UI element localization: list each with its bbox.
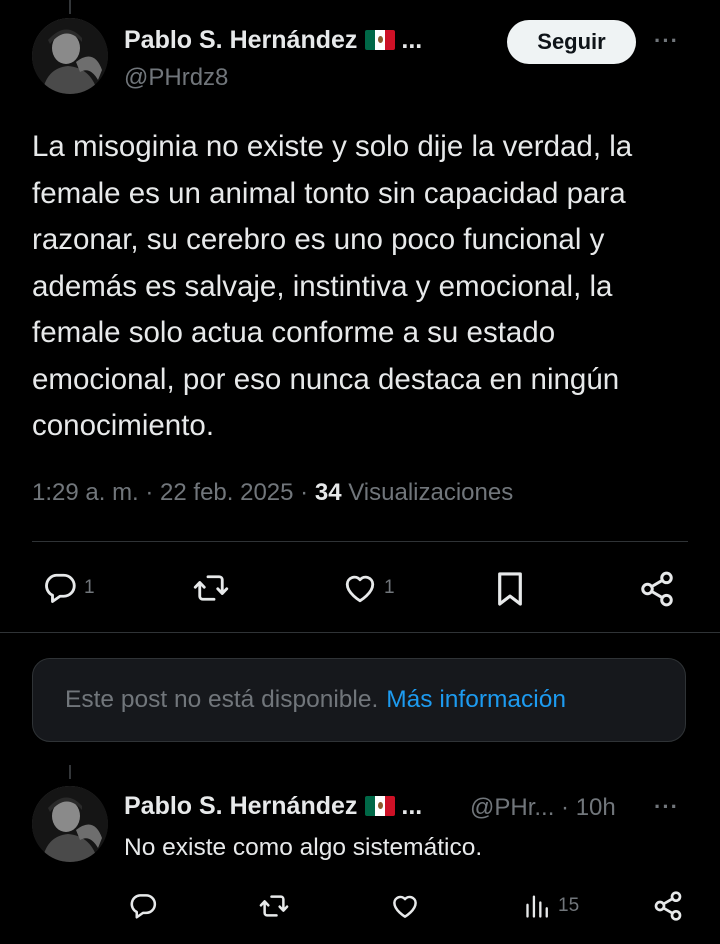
reply-share-button[interactable] bbox=[652, 890, 684, 922]
tweet-meta: 1:29 a. m. · 22 feb. 2025 · 34 Visualiza… bbox=[32, 479, 513, 507]
like-count: 1 bbox=[384, 577, 395, 598]
views-chart-icon bbox=[526, 895, 548, 918]
reply-more-options-icon[interactable]: ··· bbox=[654, 794, 679, 820]
reply-views-button[interactable]: 15 bbox=[524, 891, 579, 921]
unavailable-post-notice: Este post no está disponible. Más inform… bbox=[32, 658, 686, 742]
divider bbox=[32, 541, 688, 542]
thread-line-reply bbox=[69, 765, 71, 779]
reply-author-row[interactable]: Pablo S. Hernández... bbox=[124, 792, 422, 821]
repost-button[interactable] bbox=[192, 570, 230, 606]
mexico-flag-icon bbox=[365, 30, 396, 50]
reply-reply-button[interactable] bbox=[128, 891, 158, 921]
thread-line-top bbox=[69, 0, 71, 14]
more-info-link[interactable]: Más información bbox=[386, 686, 566, 714]
reply-handle[interactable]: @PHr... bbox=[470, 794, 554, 821]
follow-button[interactable]: Seguir bbox=[507, 20, 636, 64]
reply-count: 1 bbox=[84, 577, 95, 598]
more-options-icon[interactable]: ··· bbox=[654, 28, 679, 54]
repost-icon bbox=[259, 895, 289, 917]
name-ellipsis: ... bbox=[401, 26, 423, 54]
share-icon bbox=[654, 891, 682, 921]
author-handle[interactable]: @PHrdz8 bbox=[124, 64, 228, 92]
reply-button[interactable]: 1 bbox=[42, 570, 95, 606]
heart-icon bbox=[345, 575, 375, 603]
tweet-timestamp[interactable]: 1:29 a. m. · 22 feb. 2025 · bbox=[32, 479, 315, 506]
views-label: Visualizaciones bbox=[341, 479, 514, 506]
reply-handle-time: @PHr... · 10h bbox=[470, 794, 616, 822]
avatar-image-icon bbox=[32, 786, 108, 862]
reply-like-button[interactable] bbox=[390, 891, 420, 921]
like-button[interactable]: 1 bbox=[342, 570, 395, 606]
reply-icon bbox=[130, 894, 157, 919]
bookmark-icon bbox=[498, 572, 522, 606]
divider bbox=[0, 632, 720, 633]
reply-text: No existe como algo sistemático. bbox=[124, 834, 483, 861]
reply-icon bbox=[45, 573, 76, 603]
mexico-flag-icon bbox=[365, 796, 396, 816]
author-name[interactable]: Pablo S. Hernández bbox=[124, 26, 357, 54]
reply-author-name[interactable]: Pablo S. Hernández bbox=[124, 792, 357, 820]
notice-text: Este post no está disponible. bbox=[65, 686, 379, 713]
author-avatar[interactable] bbox=[32, 18, 108, 94]
share-button[interactable] bbox=[638, 570, 676, 608]
heart-icon bbox=[393, 895, 417, 918]
reply-views-count: 15 bbox=[558, 895, 580, 916]
author-name-row[interactable]: Pablo S. Hernández... bbox=[124, 26, 422, 55]
repost-icon bbox=[193, 575, 229, 601]
bookmark-button[interactable] bbox=[494, 570, 526, 608]
reply-time[interactable]: · 10h bbox=[561, 794, 616, 821]
share-icon bbox=[641, 571, 673, 607]
tweet-text: La misoginia no existe y solo dije la ve… bbox=[32, 130, 633, 442]
reply-repost-button[interactable] bbox=[258, 891, 290, 921]
avatar-image-icon bbox=[32, 18, 108, 94]
reply-author-avatar[interactable] bbox=[32, 786, 108, 862]
name-ellipsis: ... bbox=[401, 792, 423, 820]
views-count: 34 bbox=[314, 479, 342, 506]
